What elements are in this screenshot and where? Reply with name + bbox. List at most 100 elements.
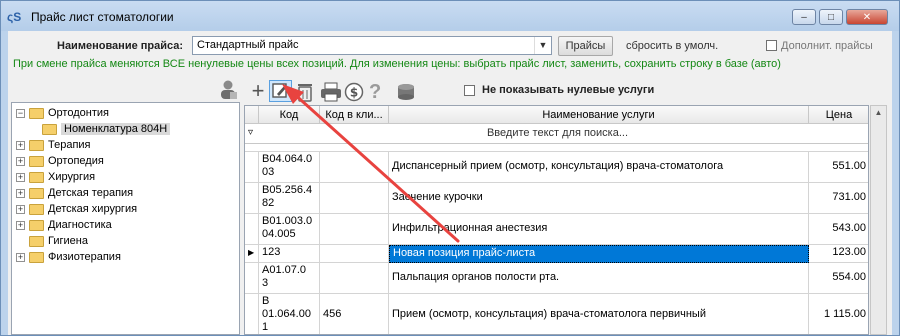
cell-price[interactable]: 123.00 <box>809 245 868 263</box>
price-name-select[interactable]: Стандартный прайс ▼ <box>192 36 552 55</box>
cell-code[interactable]: A01.07.0 3 <box>259 263 320 294</box>
help-icon[interactable]: ? <box>369 81 381 104</box>
expand-icon[interactable]: + <box>16 204 25 214</box>
tree-item-label: Ортопедия <box>48 155 104 167</box>
tree-item-label: Детская хирургия <box>48 203 138 215</box>
cell-clinic-code[interactable] <box>320 152 389 183</box>
cell-clinic-code[interactable] <box>320 183 389 214</box>
svg-text:$: $ <box>350 86 358 100</box>
expand-icon[interactable]: + <box>16 172 25 182</box>
title-bar: ςS Прайс лист стоматологии – □ ✕ <box>1 1 899 31</box>
cell-code[interactable]: 123 <box>259 245 320 263</box>
cell-price[interactable]: 554.00 <box>809 263 868 294</box>
price-icon[interactable]: $ <box>344 82 364 105</box>
row-indicator <box>245 294 259 334</box>
cell-service-name[interactable]: Заечение курочки <box>389 183 809 214</box>
cell-service-name[interactable]: Диспансерный прием (осмотр, консультация… <box>389 152 809 183</box>
print-icon[interactable] <box>320 82 342 105</box>
cell-clinic-code[interactable]: 456 <box>320 294 389 334</box>
notice-text: При смене прайса меняются ВСЕ ненулевые … <box>13 58 781 70</box>
cell-service-name-selected[interactable]: Новая позиция прайс-листа <box>389 245 809 263</box>
tree-item-therapy[interactable]: + Терапия <box>16 137 91 153</box>
table-row-partial <box>245 144 868 152</box>
cell-code[interactable]: B04.064.0 03 <box>259 152 320 183</box>
expand-icon[interactable]: + <box>16 188 25 198</box>
client-area: Наименование прайса: Стандартный прайс ▼… <box>8 31 892 335</box>
row-indicator <box>245 263 259 294</box>
cell-clinic-code[interactable] <box>320 214 389 245</box>
cell-clinic-code[interactable] <box>320 263 389 294</box>
column-header-service-name[interactable]: Наименование услуги <box>389 106 809 124</box>
prices-button[interactable]: Прайсы <box>558 36 613 56</box>
edit-icon <box>272 83 287 98</box>
cell-clinic-code[interactable] <box>320 245 389 263</box>
folder-icon <box>29 107 44 119</box>
tree-item-child-surgery[interactable]: + Детская хирургия <box>16 201 137 217</box>
folder-icon <box>29 219 44 231</box>
folder-icon <box>29 139 44 151</box>
minimize-button[interactable]: – <box>792 9 816 25</box>
collapse-icon[interactable]: − <box>16 108 25 118</box>
tree-item-nomenclature[interactable]: Номенклатура 804Н <box>42 121 171 137</box>
folder-icon <box>29 203 44 215</box>
cell-service-name[interactable]: Прием (осмотр, консультация) врача-стома… <box>389 294 809 334</box>
cell-service-name[interactable]: Инфильтрационная анестезия <box>389 214 809 245</box>
tree-item-label: Гигиена <box>48 235 88 247</box>
cell-code[interactable]: B 01.064.00 1 <box>259 294 320 334</box>
column-header-price[interactable]: Цена <box>809 106 868 124</box>
grid-scrollbar[interactable]: ▲ <box>870 105 887 335</box>
cell-code[interactable]: B01.003.0 04.005 <box>259 214 320 245</box>
tree-item-hygiene[interactable]: Гигиена <box>29 233 88 249</box>
services-grid[interactable]: Код Код в кли... Наименование услуги Цен… <box>244 105 869 335</box>
expand-icon[interactable]: + <box>16 156 25 166</box>
tree-item-surgery[interactable]: + Хирургия <box>16 169 95 185</box>
hide-zero-label: Не показывать нулевые услуги <box>482 84 655 96</box>
cell-price[interactable]: 1 115.00 <box>809 294 868 334</box>
coins-icon[interactable] <box>395 82 417 105</box>
tree-item-orthopedics[interactable]: + Ортопедия <box>16 153 104 169</box>
tree-item-label: Ортодонтия <box>48 107 109 119</box>
tree-item-child-therapy[interactable]: + Детская терапия <box>16 185 133 201</box>
scroll-up-icon[interactable]: ▲ <box>871 108 886 117</box>
category-tree[interactable]: − Ортодонтия Номенклатура 804Н + Терапия +… <box>11 102 240 335</box>
expand-icon[interactable]: + <box>16 220 25 230</box>
search-input[interactable]: Введите текст для поиска... <box>245 127 868 139</box>
main-window: ςS Прайс лист стоматологии – □ ✕ Наимено… <box>0 0 900 336</box>
folder-icon <box>42 123 57 135</box>
tree-item-label: Диагностика <box>48 219 112 231</box>
hide-zero-checkbox[interactable] <box>464 85 475 96</box>
expand-icon[interactable]: + <box>16 140 25 150</box>
cell-service-name[interactable]: Пальпация органов полости рта. <box>389 263 809 294</box>
edit-button[interactable] <box>269 80 292 102</box>
maximize-button[interactable]: □ <box>819 9 843 25</box>
user-settings-icon[interactable] <box>218 79 238 101</box>
extra-prices-checkbox[interactable] <box>766 40 777 51</box>
folder-icon <box>29 187 44 199</box>
chevron-down-icon[interactable]: ▼ <box>534 37 551 54</box>
tree-item-label: Терапия <box>48 139 91 151</box>
column-header-code[interactable]: Код <box>259 106 320 124</box>
window-title: Прайс лист стоматологии <box>31 10 174 24</box>
cell-code[interactable]: B05.256.4 82 <box>259 183 320 214</box>
row-indicator <box>245 214 259 245</box>
cell-price[interactable]: 731.00 <box>809 183 868 214</box>
row-indicator-header <box>245 106 259 124</box>
delete-icon[interactable] <box>297 82 313 105</box>
reset-default-link[interactable]: сбросить в умолч. <box>626 40 718 52</box>
expand-icon[interactable]: + <box>16 252 25 262</box>
folder-icon <box>29 171 44 183</box>
tree-item-diagnostics[interactable]: + Диагностика <box>16 217 112 233</box>
tree-item-orthodontics[interactable]: − Ортодонтия <box>16 105 109 121</box>
search-row[interactable]: ▿ Введите текст для поиска... <box>245 124 868 144</box>
folder-icon <box>29 235 44 247</box>
tree-item-physiotherapy[interactable]: + Физиотерапия <box>16 249 121 265</box>
column-header-clinic-code[interactable]: Код в кли... <box>320 106 389 124</box>
price-name-value: Стандартный прайс <box>197 39 299 51</box>
folder-icon <box>29 155 44 167</box>
cell-price[interactable]: 543.00 <box>809 214 868 245</box>
add-icon[interactable]: + <box>248 80 268 102</box>
close-button[interactable]: ✕ <box>846 9 888 25</box>
price-name-label: Наименование прайса: <box>57 40 184 52</box>
tree-item-label: Физиотерапия <box>48 251 121 263</box>
cell-price[interactable]: 551.00 <box>809 152 868 183</box>
